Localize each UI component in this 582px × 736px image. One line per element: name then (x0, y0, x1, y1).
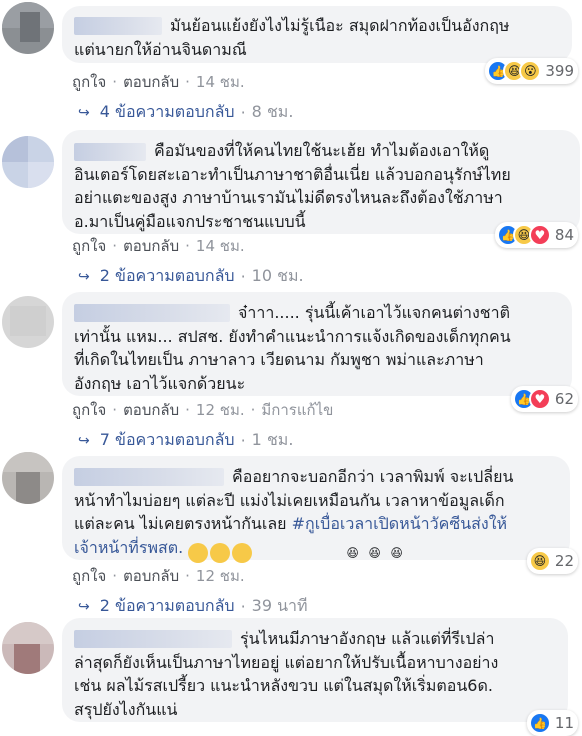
like-icon: 👍 (528, 712, 551, 734)
avatar[interactable] (2, 622, 54, 674)
separator: · (185, 401, 190, 419)
comment-bubble: รุ่นไหนมีภาษาอังกฤษ แล้วแต่ที่รีเปล่า ล่… (62, 618, 568, 722)
author-name[interactable] (74, 468, 224, 486)
avatar[interactable] (2, 296, 54, 348)
separator: · (112, 73, 118, 91)
reaction-summary[interactable]: 👍 😆 ♥ 84 (494, 222, 578, 248)
edited-label[interactable]: มีการแก้ไข (261, 398, 333, 422)
separator: · (240, 103, 246, 122)
replies-time: 1 ชม. (251, 430, 294, 449)
like-link[interactable]: ถูกใจ (72, 564, 106, 588)
reaction-count: 84 (554, 226, 574, 244)
like-link[interactable]: ถูกใจ (72, 70, 106, 94)
view-replies[interactable]: ↪ 2 ข้อความตอบกลับ · 39 นาที (78, 594, 308, 619)
laughing-emoji-icon: 😆 (232, 542, 403, 563)
replies-count[interactable]: 4 ข้อความตอบกลับ (100, 100, 235, 125)
replies-count[interactable]: 2 ข้อความตอบกลับ (100, 594, 235, 619)
laughing-emoji-icon: 😆 (210, 542, 381, 563)
comment-actions: ถูกใจ · ตอบกลับ · 14 ชม. (72, 234, 245, 258)
replies-time: 8 ชม. (251, 102, 294, 121)
comment-bubble: มันย้อนแย้งยังไงไม่รู้เนือะ สมุดฝากท้องเ… (62, 6, 572, 63)
reaction-count: 62 (554, 390, 574, 408)
separator: · (185, 237, 190, 255)
separator: · (112, 237, 118, 255)
separator: · (250, 401, 256, 419)
reply-link[interactable]: ตอบกลับ (123, 398, 179, 422)
reaction-count: 399 (545, 62, 574, 80)
avatar[interactable] (2, 136, 54, 188)
view-replies[interactable]: ↪ 7 ข้อความตอบกลับ · 1 ชม. (78, 428, 293, 453)
avatar[interactable] (2, 452, 54, 504)
replies-count[interactable]: 7 ข้อความตอบกลับ (100, 428, 235, 453)
reaction-summary[interactable]: 😆 22 (526, 548, 578, 574)
separator: · (112, 401, 118, 419)
reply-arrow-icon: ↪ (78, 598, 90, 615)
author-name[interactable] (74, 304, 230, 322)
separator: · (112, 567, 118, 585)
author-name[interactable] (74, 630, 232, 648)
haha-icon: 😆 (528, 550, 551, 572)
reply-link[interactable]: ตอบกลับ (123, 70, 179, 94)
love-icon: ♥ (528, 224, 551, 246)
reaction-summary[interactable]: 👍 ♥ 62 (510, 386, 578, 412)
reply-link[interactable]: ตอบกลับ (123, 234, 179, 258)
timestamp[interactable]: 12 ชม. (196, 398, 245, 422)
reply-arrow-icon: ↪ (78, 104, 90, 121)
reply-arrow-icon: ↪ (78, 268, 90, 285)
reaction-summary[interactable]: 👍 11 (526, 710, 578, 736)
replies-time: 10 ชม. (251, 266, 304, 285)
comment-bubble: จ๋าาา..... รุ่นนี้เค้าเอาไว้แจกคนต่างชาต… (62, 292, 572, 396)
timestamp[interactable]: 12 ชม. (196, 564, 245, 588)
separator: · (240, 267, 246, 286)
separator: · (240, 597, 246, 616)
comment-text: คือมันของที่ให้คนไทยใช้นะเฮ้ย ทำไมต้องเอ… (74, 141, 511, 231)
laughing-emoji-icon: 😆 (188, 542, 359, 563)
comment-bubble: คือมันของที่ให้คนไทยใช้นะเฮ้ย ทำไมต้องเอ… (62, 130, 580, 234)
comment-actions: ถูกใจ · ตอบกลับ · 12 ชม. · มีการแก้ไข (72, 398, 333, 422)
reaction-count: 22 (554, 552, 574, 570)
comment-bubble: คืออยากจะบอกอีกว่า เวลาพิมพ์ จะเปลี่ยน ห… (62, 456, 570, 563)
avatar[interactable] (2, 2, 54, 54)
reply-link[interactable]: ตอบกลับ (123, 564, 179, 588)
author-name[interactable] (74, 143, 146, 161)
comment-actions: ถูกใจ · ตอบกลับ · 12 ชม. (72, 564, 245, 588)
love-icon: ♥ (528, 388, 551, 410)
replies-time: 39 นาที (251, 596, 308, 615)
timestamp[interactable]: 14 ชม. (196, 234, 245, 258)
view-replies[interactable]: ↪ 4 ข้อความตอบกลับ · 8 ชม. (78, 100, 293, 125)
comment-actions: ถูกใจ · ตอบกลับ · 14 ชม. (72, 70, 245, 94)
separator: · (185, 73, 190, 91)
replies-count[interactable]: 2 ข้อความตอบกลับ (100, 264, 235, 289)
reaction-count: 11 (554, 714, 574, 732)
author-name[interactable] (74, 17, 162, 35)
like-link[interactable]: ถูกใจ (72, 398, 106, 422)
wow-icon: 😮 (519, 60, 542, 82)
timestamp[interactable]: 14 ชม. (196, 70, 245, 94)
like-link[interactable]: ถูกใจ (72, 234, 106, 258)
view-replies[interactable]: ↪ 2 ข้อความตอบกลับ · 10 ชม. (78, 264, 304, 289)
separator: · (185, 567, 190, 585)
separator: · (240, 431, 246, 450)
reply-arrow-icon: ↪ (78, 432, 90, 449)
reaction-summary[interactable]: 👍 😆 😮 399 (485, 58, 578, 84)
